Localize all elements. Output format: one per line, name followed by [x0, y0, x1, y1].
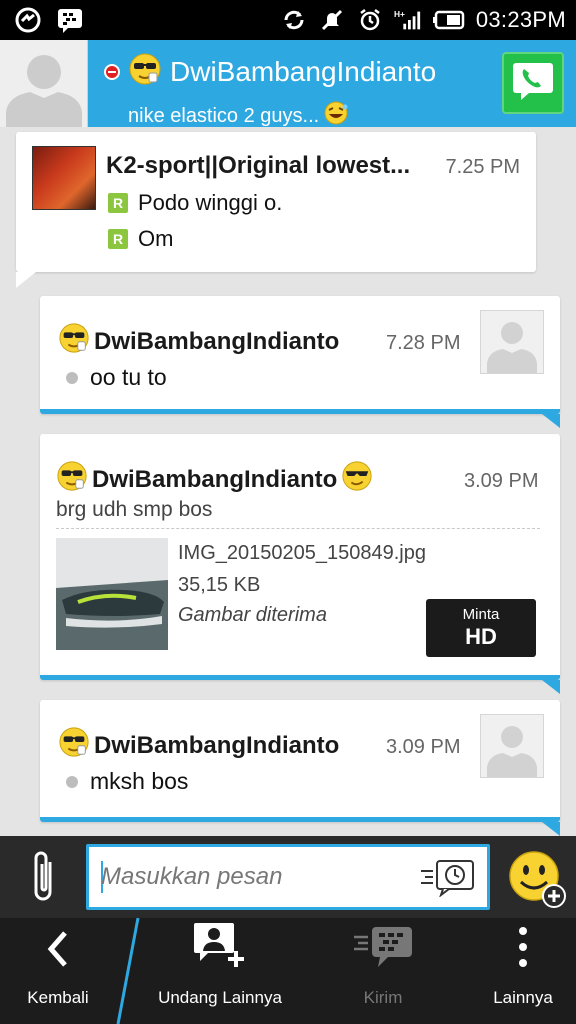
message-text: mksh bos: [90, 768, 189, 794]
divider: [56, 528, 540, 529]
send-button[interactable]: Kirim: [330, 918, 436, 1024]
phone-icon: [511, 61, 555, 106]
message-line: R Om: [108, 226, 173, 252]
cool-emoji-icon: [56, 460, 88, 499]
message-sender: DwiBambangIndianto: [94, 731, 340, 759]
request-hd-button[interactable]: Minta HD: [426, 599, 536, 657]
back-label: Kembali: [27, 988, 89, 1007]
bubble-accent-bar: [40, 817, 560, 822]
message-time: 3.09 PM: [386, 736, 461, 758]
message-sender-row: DwiBambangIndianto: [58, 322, 339, 361]
action-bar-divider: [116, 918, 140, 1024]
laughing-emoji-icon: [323, 100, 349, 132]
app-icon: [14, 6, 42, 34]
invite-more-label: Undang Lainnya: [158, 988, 282, 1007]
attachment-size: 35,15 KB: [178, 574, 261, 596]
message-time: 7.28 PM: [386, 332, 461, 354]
message-sender-row: DwiBambangIndianto: [58, 726, 339, 765]
contact-status-message: nike elastico 2 guys...: [128, 100, 349, 132]
message-sender: DwiBambangIndianto: [94, 327, 340, 355]
overflow-menu-icon: [518, 925, 528, 974]
chevron-left-icon: [43, 929, 73, 974]
send-label: Kirim: [363, 988, 403, 1007]
invite-more-button[interactable]: Undang Lainnya: [150, 918, 290, 1024]
delivered-dot-icon: [66, 775, 78, 788]
message-time: 3.09 PM: [464, 470, 539, 492]
smiley-plus-icon: [508, 851, 566, 914]
more-options-button[interactable]: Lainnya: [480, 918, 566, 1024]
contact-avatar[interactable]: [0, 40, 88, 127]
attachment-status: Gambar diterima: [178, 604, 327, 626]
message-input-field[interactable]: [86, 844, 490, 910]
message-line: R Podo winggi o.: [108, 190, 282, 216]
message-text: brg udh smp bos: [56, 498, 213, 521]
invite-contact-icon: [190, 921, 250, 974]
status-bar: H+ 03:23PM: [0, 0, 576, 40]
sender-avatar-shoe[interactable]: [32, 146, 96, 210]
cool-emoji-icon: [128, 52, 162, 91]
bubble-accent-bar: [40, 675, 560, 680]
message-input[interactable]: [101, 861, 401, 893]
sync-icon: [280, 6, 308, 34]
alarm-icon: [356, 6, 384, 34]
bubble-tail: [16, 272, 36, 288]
chat-header: DwiBambangIndianto nike elastico 2 guys.…: [0, 40, 576, 127]
status-message-text: nike elastico 2 guys...: [128, 104, 320, 127]
back-button[interactable]: Kembali: [0, 918, 116, 1024]
sender-avatar[interactable]: [480, 714, 544, 778]
svg-text:H+: H+: [394, 9, 405, 19]
bubble-accent-bar: [40, 409, 560, 414]
signal-icon: H+: [394, 6, 422, 34]
attach-button[interactable]: [24, 850, 64, 908]
bubble-tail: [542, 680, 560, 694]
attachment-filename: IMG_20150205_150849.jpg: [178, 542, 426, 564]
request-hd-label-small: Minta: [462, 606, 500, 623]
clock-time: 03:23PM: [475, 7, 566, 32]
emoji-button[interactable]: [508, 848, 566, 908]
delivered-dot-icon: [66, 371, 78, 384]
message-composer: [0, 836, 576, 918]
contact-name: DwiBambangIndianto: [170, 55, 437, 87]
sender-avatar[interactable]: [480, 310, 544, 374]
image-thumbnail[interactable]: [56, 538, 168, 650]
battery-icon: [432, 6, 466, 34]
bubble-tail: [542, 414, 560, 428]
message-time: 7.25 PM: [445, 156, 520, 178]
bbm-icon: [56, 6, 84, 34]
message-sender: K2-sport||Original lowest...: [106, 152, 411, 179]
timed-message-icon[interactable]: [419, 857, 475, 902]
cool-emoji-icon: [58, 726, 90, 765]
message-bubble[interactable]: DwiBambangIndianto 7.28 PM oo tu to: [40, 296, 560, 428]
voice-call-button[interactable]: [502, 52, 564, 114]
bubble-tail: [542, 822, 560, 836]
message-sender-row: DwiBambangIndianto: [56, 460, 373, 499]
message-bubble-incoming[interactable]: K2-sport||Original lowest... 7.25 PM R P…: [16, 132, 536, 288]
paperclip-icon: [30, 848, 58, 911]
bbm-send-icon: [352, 925, 414, 974]
message-line: oo tu to: [66, 364, 167, 391]
read-receipt-icon: R: [108, 229, 128, 249]
sunglasses-emoji-icon: [341, 460, 373, 499]
message-bubble-image[interactable]: DwiBambangIndianto 3.09 PM brg udh smp b…: [40, 434, 560, 694]
message-bubble[interactable]: DwiBambangIndianto 3.09 PM mksh bos: [40, 700, 560, 836]
action-bar: Kembali Undang Lainnya Kirim Lainnya: [0, 918, 576, 1024]
message-text: oo tu to: [90, 364, 167, 390]
more-options-label: Lainnya: [493, 988, 553, 1007]
message-line: mksh bos: [66, 768, 188, 795]
message-text: Podo winggi o.: [138, 190, 283, 215]
message-text: Om: [138, 226, 174, 251]
request-hd-label-big: HD: [465, 624, 497, 649]
mute-icon: [318, 6, 346, 34]
cool-emoji-icon: [58, 322, 90, 361]
message-sender: DwiBambangIndianto: [92, 465, 338, 493]
busy-status-icon: [104, 63, 120, 80]
read-receipt-icon: R: [108, 193, 128, 213]
